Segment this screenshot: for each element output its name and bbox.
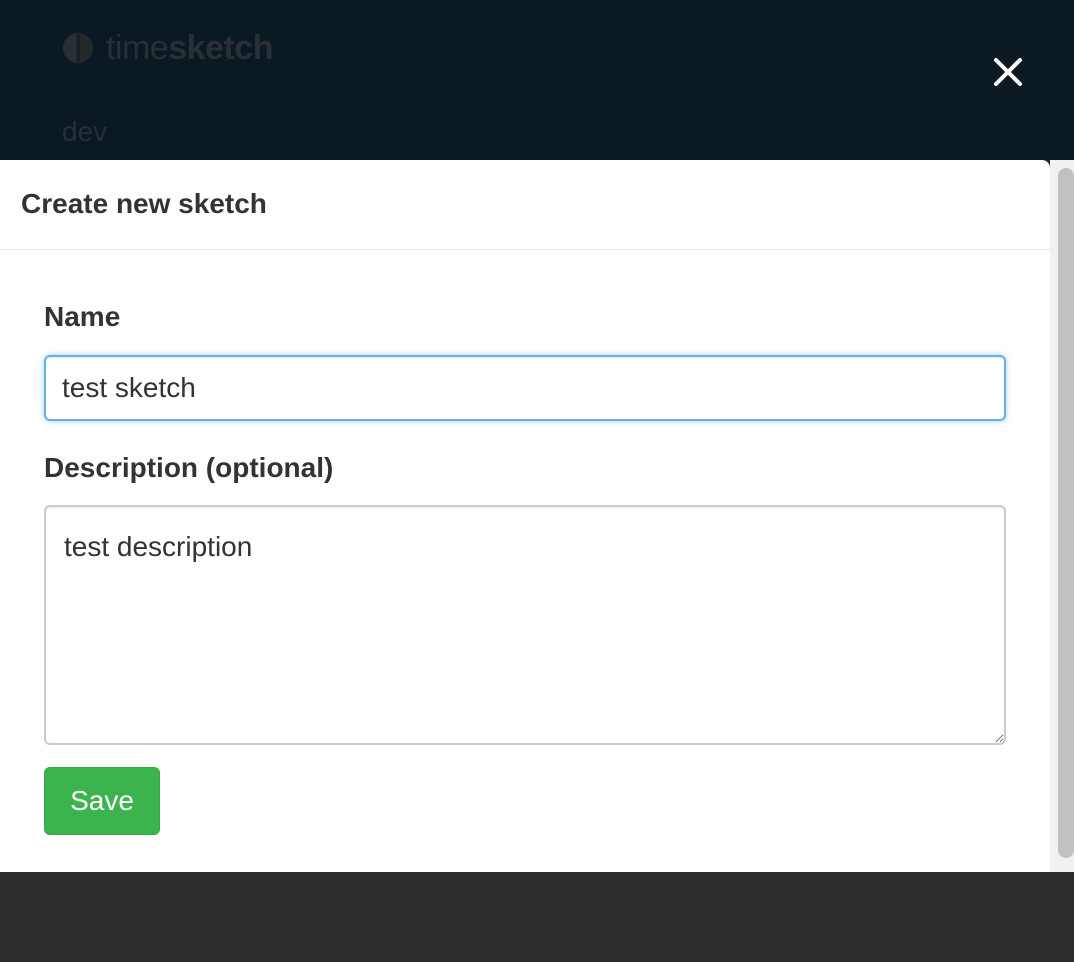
description-label: Description (optional) <box>44 452 334 483</box>
backdrop-footer <box>0 872 1074 962</box>
dialog-title: Create new sketch <box>21 188 267 219</box>
dialog-header: Create new sketch <box>0 160 1050 250</box>
name-input[interactable] <box>44 355 1006 421</box>
create-sketch-dialog: Create new sketch Name Description (opti… <box>0 160 1050 872</box>
dialog-body: Name Description (optional) test descrip… <box>0 250 1050 835</box>
brand-logo: timesketch <box>62 28 273 68</box>
description-textarea[interactable]: test description <box>44 505 1006 745</box>
timesketch-logo-icon <box>63 33 93 63</box>
brand-name-light: time <box>106 29 169 67</box>
brand-name-bold: sketch <box>168 29 273 67</box>
brand-name: timesketch <box>106 28 273 68</box>
name-label: Name <box>44 301 121 332</box>
app-subtitle: dev <box>62 116 108 147</box>
save-button[interactable]: Save <box>44 767 160 835</box>
app-header: timesketch dev <box>0 0 1074 160</box>
scrollbar-thumb[interactable] <box>1058 168 1074 858</box>
close-icon[interactable] <box>988 52 1028 92</box>
